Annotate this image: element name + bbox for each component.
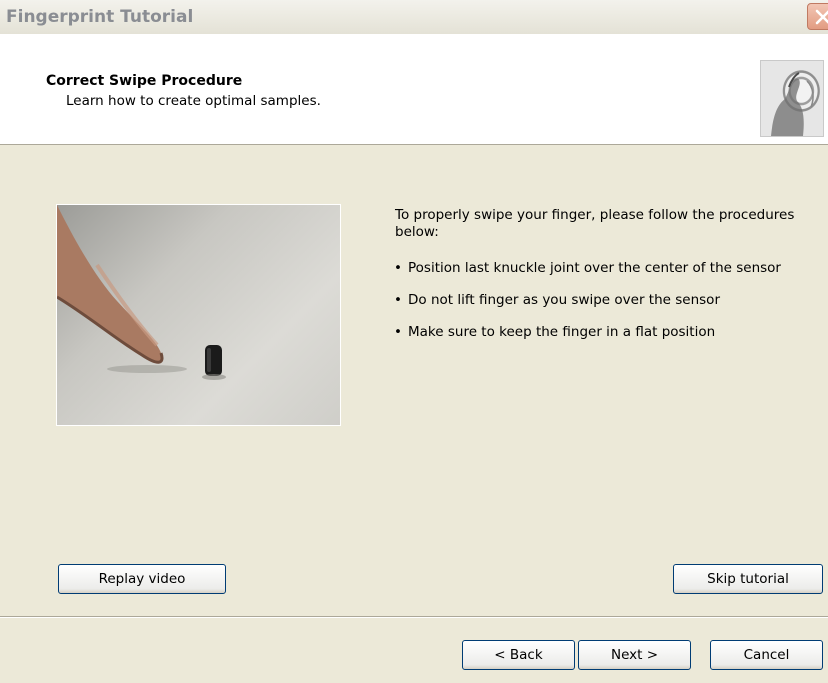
instruction-item: • Position last knuckle joint over the ce… xyxy=(394,260,805,277)
instructions-panel: To properly swipe your finger, please fo… xyxy=(394,207,805,356)
replay-video-button[interactable]: Replay video xyxy=(58,564,226,594)
instructions-intro: To properly swipe your finger, please fo… xyxy=(395,207,795,240)
wizard-header: Correct Swipe Procedure Learn how to cre… xyxy=(0,34,828,145)
bullet-icon: • xyxy=(394,292,402,308)
title-bar: Fingerprint Tutorial xyxy=(0,0,828,35)
skip-tutorial-button[interactable]: Skip tutorial xyxy=(673,564,823,594)
cancel-button[interactable]: Cancel xyxy=(710,640,823,670)
instruction-text: Do not lift finger as you swipe over the… xyxy=(408,292,720,308)
instruction-item: • Do not lift finger as you swipe over th… xyxy=(394,292,805,309)
tutorial-video xyxy=(56,204,341,426)
bullet-icon: • xyxy=(394,260,402,276)
back-button[interactable]: < Back xyxy=(462,640,575,670)
close-button[interactable] xyxy=(807,3,828,30)
page-subtitle: Learn how to create optimal samples. xyxy=(66,93,321,109)
close-icon xyxy=(815,9,828,25)
next-button[interactable]: Next > xyxy=(578,640,691,670)
bullet-icon: • xyxy=(394,324,402,340)
window-title: Fingerprint Tutorial xyxy=(6,7,194,27)
footer-divider xyxy=(0,616,828,618)
instruction-item: • Make sure to keep the finger in a flat … xyxy=(394,324,805,341)
page-title: Correct Swipe Procedure xyxy=(46,73,243,89)
finger-on-sensor-video xyxy=(57,205,226,380)
instruction-text: Make sure to keep the finger in a flat p… xyxy=(408,324,716,340)
instruction-text: Position last knuckle joint over the cen… xyxy=(408,260,781,276)
fingerprint-hand-image xyxy=(760,60,824,137)
